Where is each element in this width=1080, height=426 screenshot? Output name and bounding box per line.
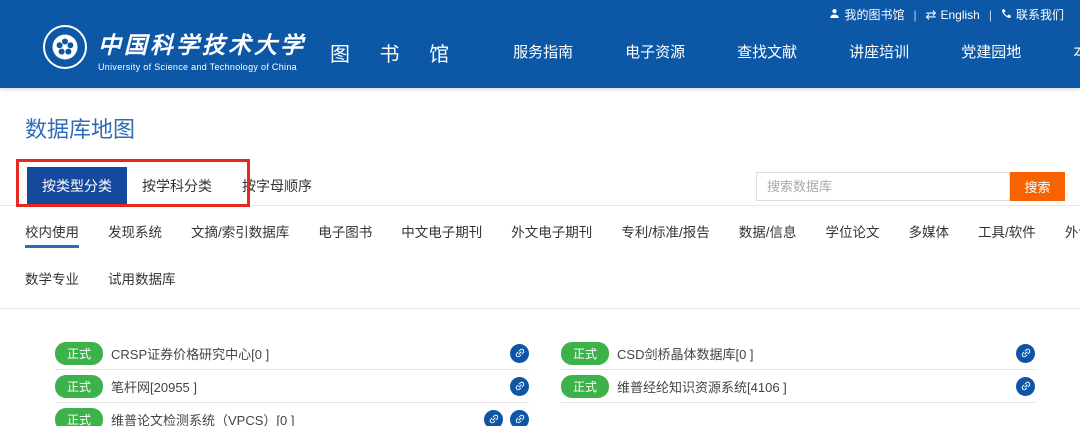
university-cn-name: 中国科学技术大学 (98, 33, 306, 58)
link-icons (484, 409, 529, 426)
link-icon[interactable] (484, 409, 503, 426)
database-row-crsp: 正式 CRSP证券价格研究中心[0 ] (55, 337, 529, 370)
category-ebooks[interactable]: 电子图书 (318, 206, 372, 253)
toolbar: 按类型分类 按学科分类 按字母顺序 搜索 (0, 159, 1080, 207)
database-link-vip-jinglun[interactable]: 维普经纶知识资源系统[4106 ] (617, 377, 787, 396)
status-badge: 正式 (55, 341, 104, 365)
nav-item-party-building[interactable]: 党建园地 (961, 33, 1021, 70)
database-row-csd: 正式 CSD剑桥晶体数据库[0 ] (561, 337, 1035, 370)
nav-item-about[interactable]: 本馆概况 (1073, 33, 1080, 70)
status-badge: 正式 (561, 341, 610, 365)
exchange-arrows-icon: ⇄ (925, 7, 937, 22)
link-icon[interactable] (510, 376, 529, 396)
category-foreign-ejournals[interactable]: 外文电子期刊 (511, 206, 592, 253)
link-icon[interactable] (1016, 343, 1035, 363)
database-list: 正式 CRSP证券价格研究中心[0 ] 正式 CSD剑桥晶体数据库[0 ] 正式… (0, 309, 1080, 426)
link-icons (510, 343, 529, 363)
university-name: 中国科学技术大学 University of Science and Techn… (98, 26, 306, 72)
my-library-label: 我的图书馆 (844, 8, 905, 22)
nav-item-service-guide[interactable]: 服务指南 (513, 33, 573, 70)
database-link-vpcs[interactable]: 维普论文检测系统（VPCS）[0 ] (111, 410, 294, 426)
header-top-links: 我的图书馆 | ⇄ English | 联系我们 (829, 6, 1064, 23)
database-search: 搜索 (756, 172, 1065, 201)
my-library-link[interactable]: 我的图书馆 (829, 6, 904, 23)
page-title: 数据库地图 (25, 117, 136, 142)
tab-by-alphabet[interactable]: 按字母顺序 (227, 167, 327, 205)
category-trial-databases[interactable]: 试用数据库 (108, 253, 176, 300)
category-campus-use[interactable]: 校内使用 (25, 206, 79, 253)
site-header: 我的图书馆 | ⇄ English | 联系我们 中国科学技术大学 Univer… (0, 0, 1080, 88)
category-patent-standard-report[interactable]: 专利/标准/报告 (621, 206, 710, 253)
library-title: 图 书 馆 (330, 43, 462, 66)
status-badge: 正式 (55, 374, 104, 398)
nav-item-e-resources[interactable]: 电子资源 (625, 33, 685, 70)
category-row-2: 数学专业 试用数据库 (25, 253, 1055, 300)
link-icons (1016, 376, 1035, 396)
category-discovery-system[interactable]: 发现系统 (108, 206, 162, 253)
nav-item-lectures[interactable]: 讲座培训 (849, 33, 909, 70)
status-badge: 正式 (561, 374, 610, 398)
category-chinese-ejournals[interactable]: 中文电子期刊 (401, 206, 482, 253)
nav-item-find-literature[interactable]: 查找文献 (737, 33, 797, 70)
link-icons (1016, 343, 1035, 363)
category-multimedia[interactable]: 多媒体 (909, 206, 950, 253)
phone-icon (1001, 8, 1012, 21)
category-data-info[interactable]: 数据/信息 (739, 206, 797, 253)
category-row-1: 校内使用 发现系统 文摘/索引数据库 电子图书 中文电子期刊 外文电子期刊 专利… (25, 206, 1080, 253)
category-tools-software[interactable]: 工具/软件 (978, 206, 1036, 253)
database-row-vpcs: 正式 维普论文检测系统（VPCS）[0 ] (55, 403, 529, 426)
user-icon (829, 8, 840, 21)
separator: | (988, 7, 992, 22)
search-input[interactable] (756, 172, 1010, 201)
tab-by-subject[interactable]: 按学科分类 (127, 167, 227, 205)
language-label: English (940, 7, 980, 22)
tab-by-type[interactable]: 按类型分类 (27, 167, 127, 205)
database-link-csd[interactable]: CSD剑桥晶体数据库[0 ] (617, 344, 754, 363)
separator: | (913, 7, 917, 22)
category-theses[interactable]: 学位论文 (826, 206, 880, 253)
category-math-major[interactable]: 数学专业 (25, 253, 79, 300)
category-tabs: 校内使用 发现系统 文摘/索引数据库 电子图书 中文电子期刊 外文电子期刊 专利… (0, 206, 1080, 309)
contact-link[interactable]: 联系我们 (1001, 6, 1064, 23)
database-row-bigan: 正式 笔杆网[20955 ] (55, 370, 529, 403)
category-abstract-index[interactable]: 文摘/索引数据库 (191, 206, 289, 253)
category-language-exam[interactable]: 外语/考试/教辅 (1065, 206, 1080, 253)
university-emblem-logo (42, 24, 88, 75)
database-link-crsp[interactable]: CRSP证券价格研究中心[0 ] (111, 344, 269, 363)
link-icons (510, 376, 529, 396)
status-badge: 正式 (55, 407, 104, 426)
link-icon[interactable] (1016, 376, 1035, 396)
university-en-name: University of Science and Technology of … (98, 62, 297, 72)
contact-label: 联系我们 (1015, 8, 1064, 22)
search-button[interactable]: 搜索 (1010, 172, 1065, 201)
classification-tabs: 按类型分类 按学科分类 按字母顺序 (27, 167, 327, 205)
database-link-bigan[interactable]: 笔杆网[20955 ] (111, 377, 197, 396)
main-nav: 服务指南 电子资源 查找文献 讲座培训 党建园地 本馆概况 (461, 33, 1080, 70)
link-icon[interactable] (510, 409, 529, 426)
database-row-vip-jinglun: 正式 维普经纶知识资源系统[4106 ] (561, 370, 1035, 403)
language-switch-link[interactable]: ⇄ English (926, 8, 980, 22)
link-icon[interactable] (510, 343, 529, 363)
